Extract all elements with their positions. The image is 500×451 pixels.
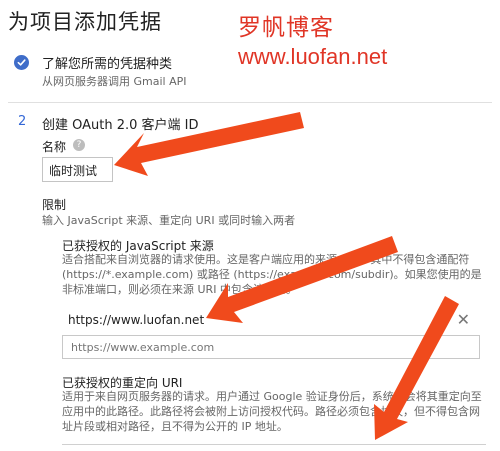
arrow-to-redirect xyxy=(374,296,459,440)
arrow-to-origin xyxy=(206,236,398,323)
arrow-to-name xyxy=(114,112,304,176)
annotation-arrows xyxy=(114,112,459,440)
